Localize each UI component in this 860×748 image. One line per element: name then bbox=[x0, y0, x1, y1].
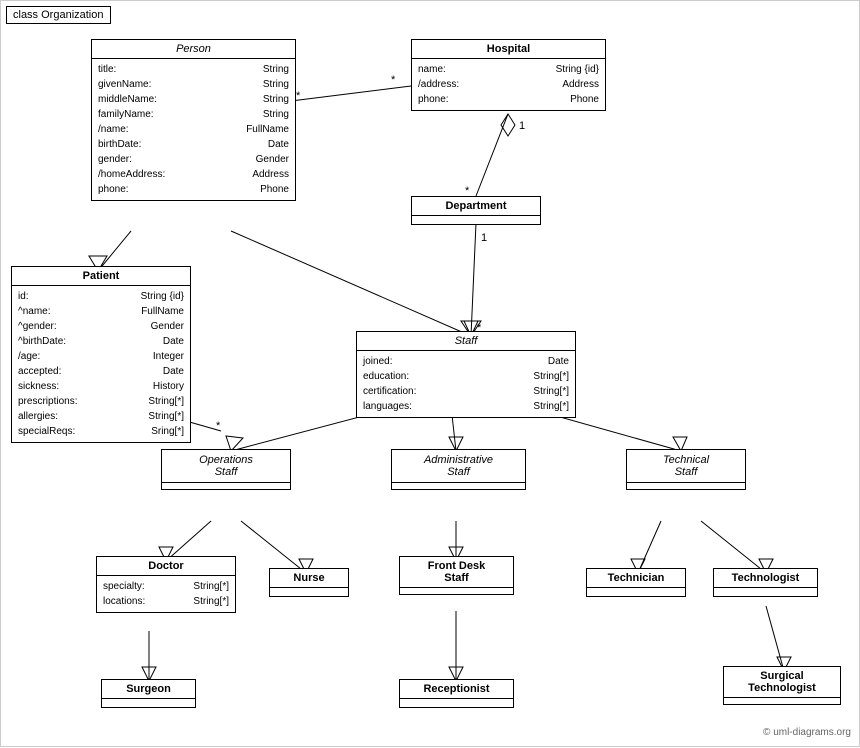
class-nurse-name: Nurse bbox=[270, 569, 348, 588]
svg-text:*: * bbox=[296, 90, 301, 102]
class-administrative-staff-attrs bbox=[392, 483, 525, 489]
class-hospital-attrs: name:String {id} /address:Address phone:… bbox=[412, 59, 605, 110]
class-administrative-staff: AdministrativeStaff bbox=[391, 449, 526, 490]
class-operations-staff: OperationsStaff bbox=[161, 449, 291, 490]
class-surgeon-name: Surgeon bbox=[102, 680, 195, 699]
class-surgical-technologist-attrs bbox=[724, 698, 840, 704]
class-technician: Technician bbox=[586, 568, 686, 597]
class-technologist-attrs bbox=[714, 588, 817, 596]
class-person-name: Person bbox=[92, 40, 295, 59]
class-technician-name: Technician bbox=[587, 569, 685, 588]
class-staff: Staff joined:Date education:String[*] ce… bbox=[356, 331, 576, 418]
svg-text:1: 1 bbox=[519, 120, 525, 132]
class-patient-name: Patient bbox=[12, 267, 190, 286]
class-technical-staff-name: TechnicalStaff bbox=[627, 450, 745, 483]
svg-text:*: * bbox=[216, 420, 221, 432]
copyright-text: © uml-diagrams.org bbox=[763, 727, 851, 738]
class-department-attrs bbox=[412, 216, 540, 224]
class-doctor-name: Doctor bbox=[97, 557, 235, 576]
class-doctor-attrs: specialty:String[*] locations:String[*] bbox=[97, 576, 235, 612]
class-receptionist: Receptionist bbox=[399, 679, 514, 708]
diagram-container: class Organization * * 1 * 1 * * * bbox=[0, 0, 860, 747]
class-operations-staff-name: OperationsStaff bbox=[162, 450, 290, 483]
class-surgical-technologist: SurgicalTechnologist bbox=[723, 666, 841, 705]
svg-text:1: 1 bbox=[481, 232, 487, 244]
class-receptionist-attrs bbox=[400, 699, 513, 707]
class-nurse: Nurse bbox=[269, 568, 349, 597]
class-patient: Patient id:String {id} ^name:FullName ^g… bbox=[11, 266, 191, 443]
class-receptionist-name: Receptionist bbox=[400, 680, 513, 699]
class-front-desk-staff-name: Front DeskStaff bbox=[400, 557, 513, 588]
class-technician-attrs bbox=[587, 588, 685, 596]
svg-text:*: * bbox=[391, 74, 396, 86]
class-doctor: Doctor specialty:String[*] locations:Str… bbox=[96, 556, 236, 613]
class-technical-staff: TechnicalStaff bbox=[626, 449, 746, 490]
class-hospital-name: Hospital bbox=[412, 40, 605, 59]
class-staff-name: Staff bbox=[357, 332, 575, 351]
class-department: Department bbox=[411, 196, 541, 225]
class-person: Person title:String givenName:String mid… bbox=[91, 39, 296, 201]
diagram-title: class Organization bbox=[6, 6, 111, 24]
class-patient-attrs: id:String {id} ^name:FullName ^gender:Ge… bbox=[12, 286, 190, 442]
class-operations-staff-attrs bbox=[162, 483, 290, 489]
class-administrative-staff-name: AdministrativeStaff bbox=[392, 450, 525, 483]
class-technologist: Technologist bbox=[713, 568, 818, 597]
class-technical-staff-attrs bbox=[627, 483, 745, 489]
class-hospital: Hospital name:String {id} /address:Addre… bbox=[411, 39, 606, 111]
class-surgeon: Surgeon bbox=[101, 679, 196, 708]
class-technologist-name: Technologist bbox=[714, 569, 817, 588]
class-surgeon-attrs bbox=[102, 699, 195, 707]
class-nurse-attrs bbox=[270, 588, 348, 596]
class-staff-attrs: joined:Date education:String[*] certific… bbox=[357, 351, 575, 417]
class-surgical-technologist-name: SurgicalTechnologist bbox=[724, 667, 840, 698]
class-front-desk-staff: Front DeskStaff bbox=[399, 556, 514, 595]
class-department-name: Department bbox=[412, 197, 540, 216]
class-front-desk-staff-attrs bbox=[400, 588, 513, 594]
class-person-attrs: title:String givenName:String middleName… bbox=[92, 59, 295, 200]
